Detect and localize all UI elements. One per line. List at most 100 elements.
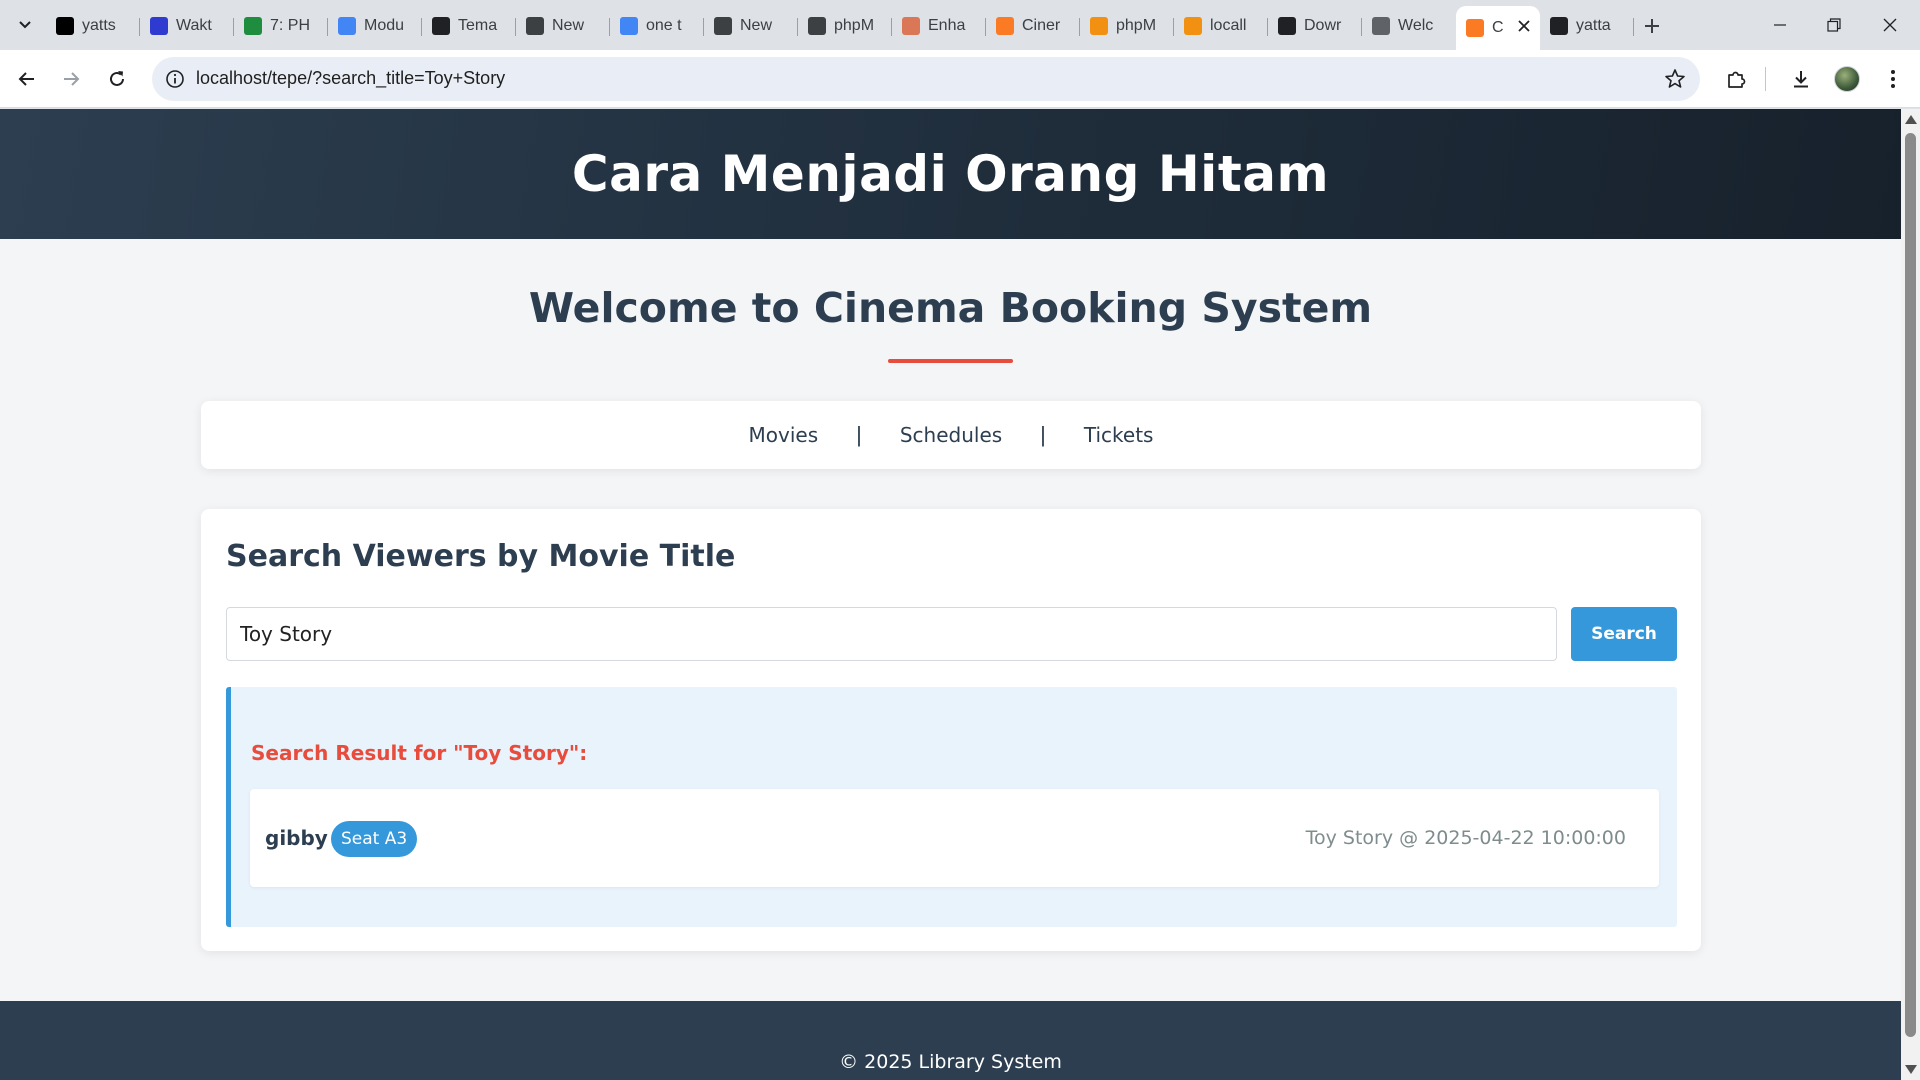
browser-tab[interactable]: yatta (1540, 8, 1634, 44)
bookmark-star-icon[interactable] (1664, 68, 1686, 95)
browser-tab[interactable]: phpM (1080, 8, 1174, 44)
profile-button[interactable] (1828, 60, 1866, 98)
minimize-icon (1774, 24, 1786, 26)
showtime-text: Toy Story @ 2025-04-22 10:00:00 (1305, 827, 1626, 849)
restore-icon (1827, 18, 1841, 32)
download-icon (1794, 71, 1808, 88)
xampp-icon (1466, 19, 1484, 37)
minimize-button[interactable] (1752, 0, 1808, 50)
tab-title: 7: PH (270, 17, 311, 34)
close-window-button[interactable] (1862, 0, 1918, 50)
address-bar[interactable]: localhost/tepe/?search_title=Toy+Story (152, 57, 1700, 101)
tab-strip: yatts Wakt 7: PH Modu Tema New one t New phpM Enh… (0, 0, 1920, 50)
chatgpt-icon (526, 17, 544, 35)
browser-tab[interactable]: locall (1174, 8, 1268, 44)
nav-separator: | (1040, 422, 1046, 447)
site-header: Cara Menjadi Orang Hitam (0, 109, 1901, 239)
browser-tab[interactable]: New (704, 8, 798, 44)
browser-tab[interactable]: yatts (46, 8, 140, 44)
tab-search-button[interactable] (10, 11, 40, 39)
tab-title: yatta (1576, 17, 1611, 34)
x-logo-icon (56, 17, 74, 35)
downloads-button[interactable] (1782, 60, 1820, 98)
globe-icon (1372, 17, 1390, 35)
tab-title: New (740, 17, 773, 34)
tab-title: Tema (458, 17, 498, 34)
page-scrollbar[interactable] (1901, 109, 1920, 1080)
tab-title: yatts (82, 17, 116, 34)
tab-title: New (552, 17, 585, 34)
nav-link-movies[interactable]: Movies (749, 423, 819, 447)
search-heading: Search Viewers by Movie Title (226, 539, 736, 574)
claude-icon (902, 17, 920, 35)
google-docs-icon (338, 17, 356, 35)
url-text[interactable]: localhost/tepe/?search_title=Toy+Story (196, 68, 505, 89)
kebab-menu-icon (1891, 70, 1895, 88)
browser-tab[interactable]: Wakt (140, 8, 234, 44)
wakatime-icon (150, 17, 168, 35)
forward-button[interactable] (52, 60, 90, 98)
extensions-button[interactable] (1717, 60, 1755, 98)
page-viewport: Cara Menjadi Orang Hitam Welcome to Cine… (0, 109, 1901, 1080)
chatgpt-icon (714, 17, 732, 35)
arrow-left-icon (18, 72, 34, 86)
new-tab-button[interactable] (1634, 8, 1670, 44)
phpmyadmin-icon (1184, 17, 1202, 35)
reload-button[interactable] (98, 60, 136, 98)
search-input[interactable] (226, 607, 1557, 661)
menu-button[interactable] (1874, 60, 1912, 98)
scroll-up-arrow[interactable] (1905, 115, 1917, 124)
result-heading: Search Result for "Toy Story": (251, 741, 588, 765)
browser-tab[interactable]: 7: PH (234, 8, 328, 44)
tab-title: phpM (834, 17, 875, 34)
puzzle-icon (1728, 71, 1746, 88)
download-site-icon (1278, 17, 1296, 35)
nav-link-schedules[interactable]: Schedules (900, 423, 1002, 447)
browser-tab[interactable]: Tema (422, 8, 516, 44)
search-card: Search Viewers by Movie Title Search Sea… (201, 509, 1701, 951)
laptop-icon (808, 17, 826, 35)
tab-title: Welc (1398, 17, 1434, 34)
browser-tab[interactable]: Welc (1362, 8, 1456, 44)
tab-title: Modu (364, 17, 405, 34)
browser-toolbar: localhost/tepe/?search_title=Toy+Story (0, 50, 1920, 108)
browser-tab[interactable]: New (516, 8, 610, 44)
seat-badge: Seat A3 (331, 821, 418, 857)
result-row: gibby Seat A3 Toy Story @ 2025-04-22 10:… (250, 789, 1659, 887)
search-button[interactable]: Search (1571, 607, 1677, 661)
avatar (1834, 66, 1860, 92)
tab-close-icon[interactable] (1518, 19, 1530, 37)
search-results: Search Result for "Toy Story": gibby Sea… (226, 687, 1677, 927)
site-info-icon[interactable] (164, 68, 186, 90)
browser-tab[interactable]: Dowr (1268, 8, 1362, 44)
google-icon (620, 17, 638, 35)
browser-tab[interactable]: Enha (892, 8, 986, 44)
site-footer: © 2025 Library System (0, 1001, 1901, 1080)
scroll-down-arrow[interactable] (1905, 1065, 1917, 1074)
chevron-down-icon (19, 21, 31, 29)
site-title: Cara Menjadi Orang Hitam (571, 145, 1330, 203)
browser-tab[interactable]: Ciner (986, 8, 1080, 44)
tab-title: Enha (928, 17, 966, 34)
tab-title: phpM (1116, 17, 1157, 34)
back-button[interactable] (8, 60, 46, 98)
nav-link-tickets[interactable]: Tickets (1084, 423, 1154, 447)
browser-tab[interactable]: C (1456, 6, 1540, 50)
plus-icon (1645, 19, 1659, 33)
arrow-right-icon (64, 72, 80, 86)
browser-tab[interactable]: one t (610, 8, 704, 44)
browser-tab[interactable]: Modu (328, 8, 422, 44)
reload-icon (110, 71, 124, 86)
scrollbar-thumb[interactable] (1905, 133, 1916, 1037)
viewer-name: gibby (265, 826, 328, 850)
tab-title: Ciner (1022, 17, 1061, 34)
close-icon (1883, 18, 1897, 32)
github-icon (1550, 17, 1568, 35)
restore-button[interactable] (1806, 0, 1862, 50)
nav-separator: | (856, 422, 862, 447)
tab-title: Wakt (176, 17, 212, 34)
heading-underline (888, 359, 1013, 363)
google-drive-icon (244, 17, 262, 35)
footer-copyright: © 2025 Library System (839, 1051, 1062, 1073)
browser-tab[interactable]: phpM (798, 8, 892, 44)
